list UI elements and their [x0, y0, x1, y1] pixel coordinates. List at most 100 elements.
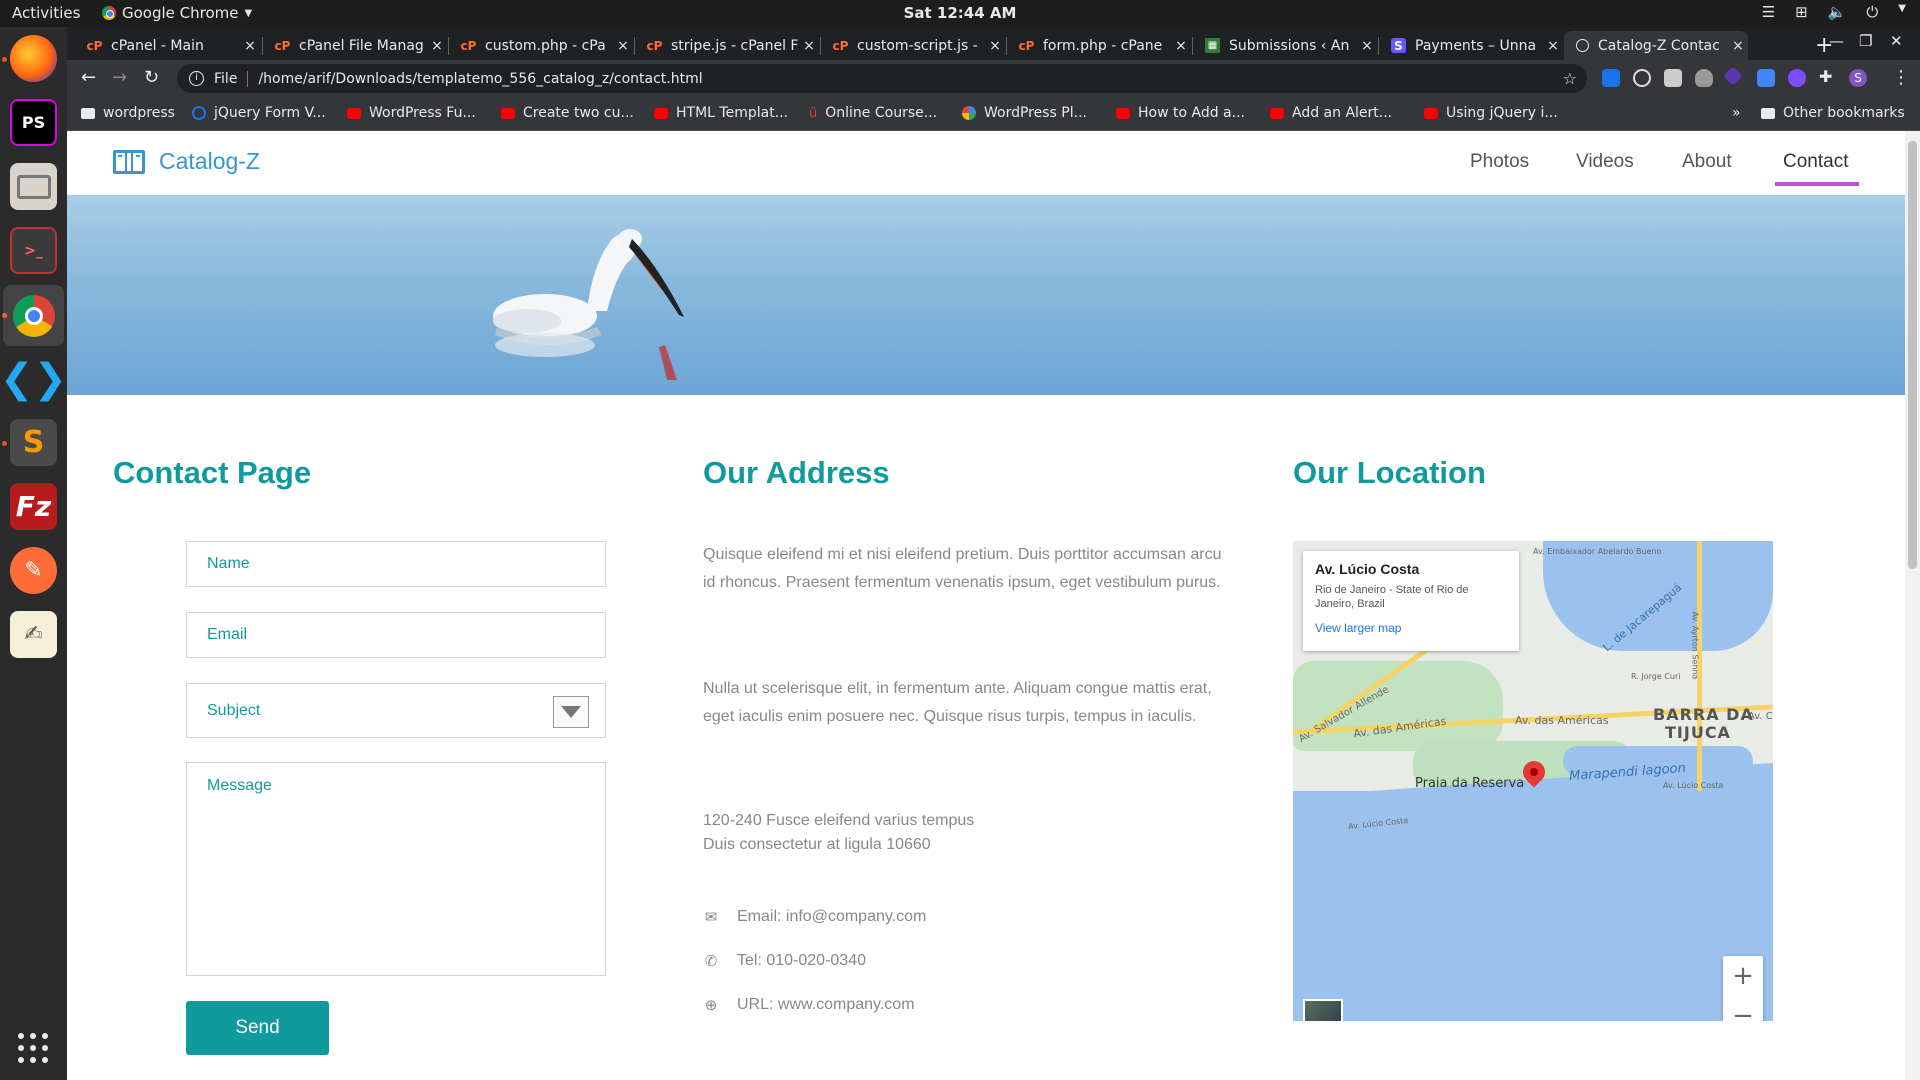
vscode-icon[interactable]: ❮❯	[0, 355, 67, 402]
network-icon[interactable]: ⊞	[1795, 3, 1808, 21]
map-label-lucio-1: Av. Lúcio Costa	[1663, 781, 1724, 790]
map-label-barra-1: BARRA DA	[1653, 705, 1754, 724]
nav-videos[interactable]: Videos	[1576, 151, 1634, 173]
terminal-icon[interactable]: >_	[10, 227, 57, 274]
map-label-ayrton: Av. Ayrton Senna	[1690, 611, 1700, 680]
other-bookmarks[interactable]: Other bookmarks	[1761, 105, 1905, 121]
bookmark-star-icon[interactable]: ☆	[1563, 69, 1577, 88]
close-icon[interactable]: ×	[1543, 38, 1563, 54]
chevron-down-icon[interactable]	[553, 696, 589, 728]
close-icon[interactable]: ×	[1728, 38, 1748, 54]
bookmark-label: wordpress	[103, 105, 175, 121]
bookmark-wordpress[interactable]: wordpress	[81, 105, 175, 121]
street-address: 120-240 Fusce eleifend varius tempus Dui…	[703, 809, 974, 857]
bookmark-html-templates[interactable]: HTML Templat...	[654, 105, 788, 121]
power-icon[interactable]: ⏻	[1866, 3, 1878, 21]
firefox-icon[interactable]	[10, 35, 57, 82]
phpstorm-icon[interactable]: PS	[10, 99, 57, 146]
filezilla-icon[interactable]: Fz	[10, 483, 57, 530]
back-icon[interactable]: ←	[81, 67, 96, 88]
tab-form-php[interactable]: cP form.php - cPane ×	[1007, 31, 1191, 60]
extension-icon[interactable]	[1602, 69, 1620, 87]
zoom-in-button[interactable]: +	[1723, 956, 1763, 996]
close-icon[interactable]: ×	[240, 38, 260, 54]
tab-submissions[interactable]: ▦ Submissions ‹ An ×	[1193, 31, 1377, 60]
phone-text[interactable]: Tel: 010-020-0340	[737, 952, 866, 970]
tab-payments[interactable]: S Payments – Unna ×	[1379, 31, 1563, 60]
name-input[interactable]: Name	[186, 541, 606, 587]
bookmark-online-course[interactable]: ü Online Course...	[809, 105, 937, 121]
close-icon[interactable]: ×	[799, 38, 819, 54]
site-brand[interactable]: Catalog-Z	[113, 148, 260, 175]
close-icon[interactable]: ×	[1357, 38, 1377, 54]
page-scrollbar[interactable]	[1905, 131, 1920, 1080]
bookmark-how-to-add[interactable]: How to Add a...	[1116, 105, 1245, 121]
profile-avatar[interactable]: S	[1849, 69, 1867, 87]
youtube-icon	[1116, 107, 1130, 119]
bookmark-add-alert[interactable]: Add an Alert...	[1270, 105, 1392, 121]
chrome-menu-icon[interactable]: ⋮	[1892, 67, 1910, 88]
hero-banner	[67, 195, 1905, 395]
close-icon[interactable]: ×	[1171, 38, 1191, 54]
maximize-button[interactable]: ❐	[1859, 32, 1872, 50]
show-applications-icon[interactable]	[18, 1033, 49, 1064]
address-bar[interactable]: i File /home/arif/Downloads/templatemo_5…	[177, 64, 1587, 93]
nav-about[interactable]: About	[1682, 151, 1732, 173]
diamond-extension-icon[interactable]	[1723, 66, 1743, 86]
close-icon[interactable]: ×	[427, 38, 447, 54]
url-text[interactable]: URL: www.company.com	[737, 996, 915, 1014]
tab-custom-script-js[interactable]: cP custom-script.js - ×	[821, 31, 1005, 60]
email-text[interactable]: Email: info@company.com	[737, 908, 926, 926]
globe-extension-icon[interactable]	[1633, 69, 1651, 87]
view-larger-map-link[interactable]: View larger map	[1315, 621, 1507, 635]
close-icon[interactable]: ×	[613, 38, 633, 54]
notification-extension-icon[interactable]	[1788, 69, 1806, 87]
reload-icon[interactable]: ↻	[144, 67, 159, 88]
subject-select[interactable]: Subject	[186, 683, 606, 738]
info-icon[interactable]: i	[189, 71, 204, 86]
bookmarks-overflow-button[interactable]: »	[1732, 105, 1741, 121]
bookmark-jquery[interactable]: jQuery Form V...	[192, 105, 326, 121]
forward-icon[interactable]: →	[112, 67, 127, 88]
google-map[interactable]: Av. Embaixador Abelardo Bueno L. de Jaca…	[1293, 541, 1773, 1021]
bookmark-create-two[interactable]: Create two cu...	[501, 105, 634, 121]
menu-icon[interactable]: ☰	[1762, 3, 1775, 21]
phone-icon: ✆	[704, 953, 718, 970]
clock[interactable]: Sat 12:44 AM	[0, 4, 1920, 22]
message-textarea[interactable]: Message	[186, 762, 606, 976]
tab-cpanel-file-manager[interactable]: cP cPanel File Manag ×	[263, 31, 447, 60]
sublime-icon[interactable]: S	[10, 419, 57, 466]
send-button[interactable]: Send	[186, 1001, 329, 1055]
tab-custom-php[interactable]: cP custom.php - cPa ×	[449, 31, 633, 60]
scrollbar-thumb[interactable]	[1908, 141, 1917, 569]
system-tray[interactable]: ☰ ⊞ 🔈 ⏻ ▼	[1762, 3, 1906, 21]
tab-stripe-js[interactable]: cP stripe.js - cPanel F ×	[635, 31, 819, 60]
chrome-dock-icon[interactable]	[3, 285, 64, 346]
close-icon[interactable]: ×	[985, 38, 1005, 54]
tab-cpanel-main[interactable]: cP cPanel - Main ×	[75, 31, 260, 60]
close-window-button[interactable]: ✕	[1890, 32, 1903, 50]
caret-down-icon[interactable]: ▼	[1898, 3, 1906, 21]
volume-icon[interactable]: 🔈	[1828, 3, 1847, 21]
extensions-puzzle-icon[interactable]: ✚	[1819, 67, 1837, 86]
url-text[interactable]: /home/arif/Downloads/templatemo_556_cata…	[258, 71, 702, 87]
zoom-out-button[interactable]: −	[1723, 996, 1763, 1021]
nav-photos[interactable]: Photos	[1470, 151, 1529, 173]
tab-catalog-z-contact[interactable]: Catalog-Z Contac ×	[1564, 31, 1748, 60]
satellite-toggle[interactable]	[1303, 999, 1343, 1021]
camera-extension-icon[interactable]	[1664, 69, 1682, 87]
system-top-bar: Activities Google Chrome ▼ Sat 12:44 AM …	[0, 0, 1920, 27]
bookmark-using-jquery[interactable]: Using jQuery i...	[1424, 105, 1558, 121]
shield-extension-icon[interactable]	[1695, 69, 1713, 87]
nav-contact[interactable]: Contact	[1783, 151, 1848, 173]
bookmark-label: Add an Alert...	[1292, 105, 1393, 121]
bookmark-label: WordPress Pl...	[984, 105, 1087, 121]
bookmark-wp-functions[interactable]: WordPress Fu...	[347, 105, 476, 121]
postman-icon[interactable]: ✎	[10, 547, 57, 594]
minimize-button[interactable]: —	[1829, 32, 1844, 50]
translate-extension-icon[interactable]	[1757, 69, 1775, 87]
text-editor-icon[interactable]: ✍	[10, 611, 57, 658]
bookmark-wp-plugins[interactable]: WordPress Pl...	[962, 105, 1087, 121]
files-icon[interactable]	[10, 163, 57, 210]
email-input[interactable]: Email	[186, 612, 606, 658]
